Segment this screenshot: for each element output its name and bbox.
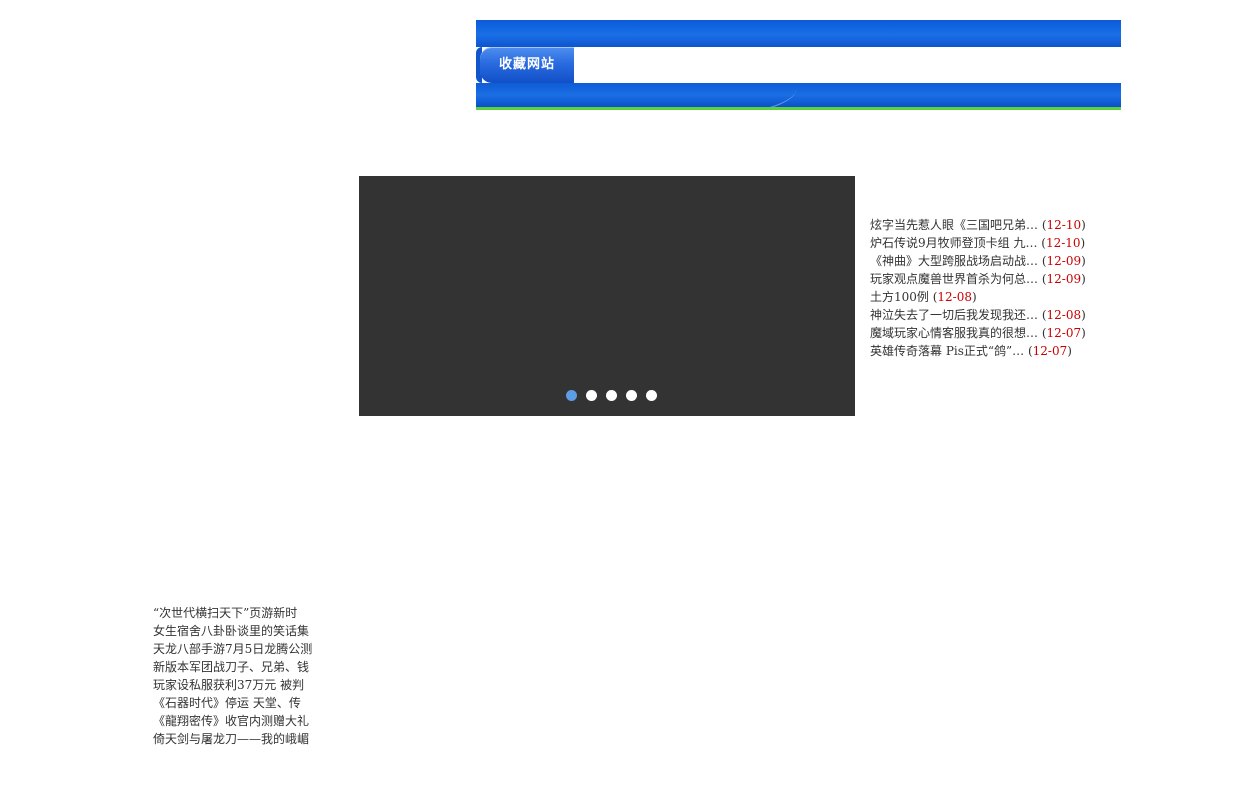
news-item-link[interactable]: 《神曲》大型跨服战场启动战… (870, 254, 1038, 268)
news-date-paren: ) (972, 290, 977, 304)
article-link[interactable]: 《石器时代》停运 天堂、传 (153, 696, 301, 710)
slide-dot-5[interactable] (646, 390, 657, 401)
article-link[interactable]: 《龍翔密传》收官内测赠大礼 (153, 714, 309, 728)
news-item-date: 12-09 (1046, 272, 1082, 286)
news-item-date: 12-10 (1045, 236, 1081, 250)
news-date-paren: ) (1081, 218, 1086, 232)
article-link[interactable]: 新版本军团战刀子、兄弟、钱 (153, 660, 309, 674)
article-list-item: 倚天剑与屠龙刀——我的峨嵋 (153, 730, 323, 748)
news-item: 神泣失去了一切后我发现我还… (12-08) (870, 306, 1130, 324)
banner-swoosh (476, 83, 796, 107)
article-list-item: 新版本军团战刀子、兄弟、钱 (153, 658, 323, 676)
news-date-paren: ( (1038, 218, 1047, 232)
news-item: 英雄传奇落幕 Pis正式“鸽”… (12-07) (870, 342, 1130, 360)
article-link[interactable]: 玩家设私服获利37万元 被判 (153, 678, 304, 692)
bookmark-site-button[interactable]: 收藏网站 (480, 47, 574, 83)
article-list-item: 玩家设私服获利37万元 被判 (153, 676, 323, 694)
slideshow-dots (566, 390, 657, 401)
news-item: 《神曲》大型跨服战场启动战… (12-09) (870, 252, 1130, 270)
news-date-paren: ) (1081, 326, 1086, 340)
news-item: 炉石传说9月牧师登顶卡组 九… (12-10) (870, 234, 1130, 252)
news-item-link[interactable]: 玩家观点魔兽世界首杀为何总… (870, 272, 1038, 286)
article-link[interactable]: “次世代横扫天下”页游新时 (153, 606, 297, 620)
news-date-paren: ( (1038, 326, 1047, 340)
page: 收藏网站 炫字当先惹人眼《三国吧兄弟… (12-10) 炉石传说9月牧师登顶卡组 … (0, 0, 1240, 800)
slideshow[interactable] (359, 176, 855, 416)
news-item-link[interactable]: 炫字当先惹人眼《三国吧兄弟… (870, 218, 1038, 232)
article-list: “次世代横扫天下”页游新时 女生宿舍八卦卧谈里的笑话集 天龙八部手游7月5日龙腾公测… (153, 604, 323, 748)
news-list: 炫字当先惹人眼《三国吧兄弟… (12-10) 炉石传说9月牧师登顶卡组 九… (1… (870, 216, 1130, 360)
news-item-date: 12-07 (1032, 344, 1068, 358)
banner-green-line (476, 107, 1121, 110)
slide-dot-4[interactable] (626, 390, 637, 401)
news-item-date: 12-07 (1046, 326, 1082, 340)
news-date-paren: ( (1037, 236, 1046, 250)
news-date-paren: ) (1081, 254, 1086, 268)
news-item: 玩家观点魔兽世界首杀为何总… (12-09) (870, 270, 1130, 288)
banner-top-strip (476, 20, 1121, 47)
slide-dot-3[interactable] (606, 390, 617, 401)
news-item-link[interactable]: 土方100例 (870, 290, 929, 304)
news-item-date: 12-08 (937, 290, 972, 304)
news-date-paren: ) (1067, 344, 1072, 358)
news-item: 炫字当先惹人眼《三国吧兄弟… (12-10) (870, 216, 1130, 234)
news-item-date: 12-08 (1046, 308, 1082, 322)
news-date-paren: ( (1038, 308, 1047, 322)
news-item-date: 12-09 (1046, 254, 1082, 268)
news-item: 魔域玩家心情客服我真的很想… (12-07) (870, 324, 1130, 342)
article-link[interactable]: 天龙八部手游7月5日龙腾公测 (153, 642, 312, 656)
news-item-link[interactable]: 炉石传说9月牧师登顶卡组 九… (870, 236, 1037, 250)
news-item-date: 12-10 (1046, 218, 1082, 232)
news-item-link[interactable]: 英雄传奇落幕 Pis正式“鸽”… (870, 344, 1024, 358)
news-item: 土方100例 (12-08) (870, 288, 1130, 306)
article-list-item: 《龍翔密传》收官内测赠大礼 (153, 712, 323, 730)
news-date-paren: ( (1024, 344, 1033, 358)
article-list-item: 女生宿舍八卦卧谈里的笑话集 (153, 622, 323, 640)
news-date-paren: ( (1038, 272, 1047, 286)
top-banner: 收藏网站 (476, 20, 1121, 110)
article-link[interactable]: 女生宿舍八卦卧谈里的笑话集 (153, 624, 309, 638)
news-item-link[interactable]: 魔域玩家心情客服我真的很想… (870, 326, 1038, 340)
slide-dot-2[interactable] (586, 390, 597, 401)
news-date-paren: ) (1081, 272, 1086, 286)
news-date-paren: ) (1081, 308, 1086, 322)
article-list-item: 《石器时代》停运 天堂、传 (153, 694, 323, 712)
news-date-paren: ( (1038, 254, 1047, 268)
article-list-item: “次世代横扫天下”页游新时 (153, 604, 323, 622)
slide-dot-1[interactable] (566, 390, 577, 401)
banner-bottom-strip (476, 83, 1121, 107)
news-date-paren: ) (1080, 236, 1086, 250)
article-link[interactable]: 倚天剑与屠龙刀——我的峨嵋 (153, 732, 309, 746)
news-item-link[interactable]: 神泣失去了一切后我发现我还… (870, 308, 1038, 322)
article-list-item: 天龙八部手游7月5日龙腾公测 (153, 640, 323, 658)
